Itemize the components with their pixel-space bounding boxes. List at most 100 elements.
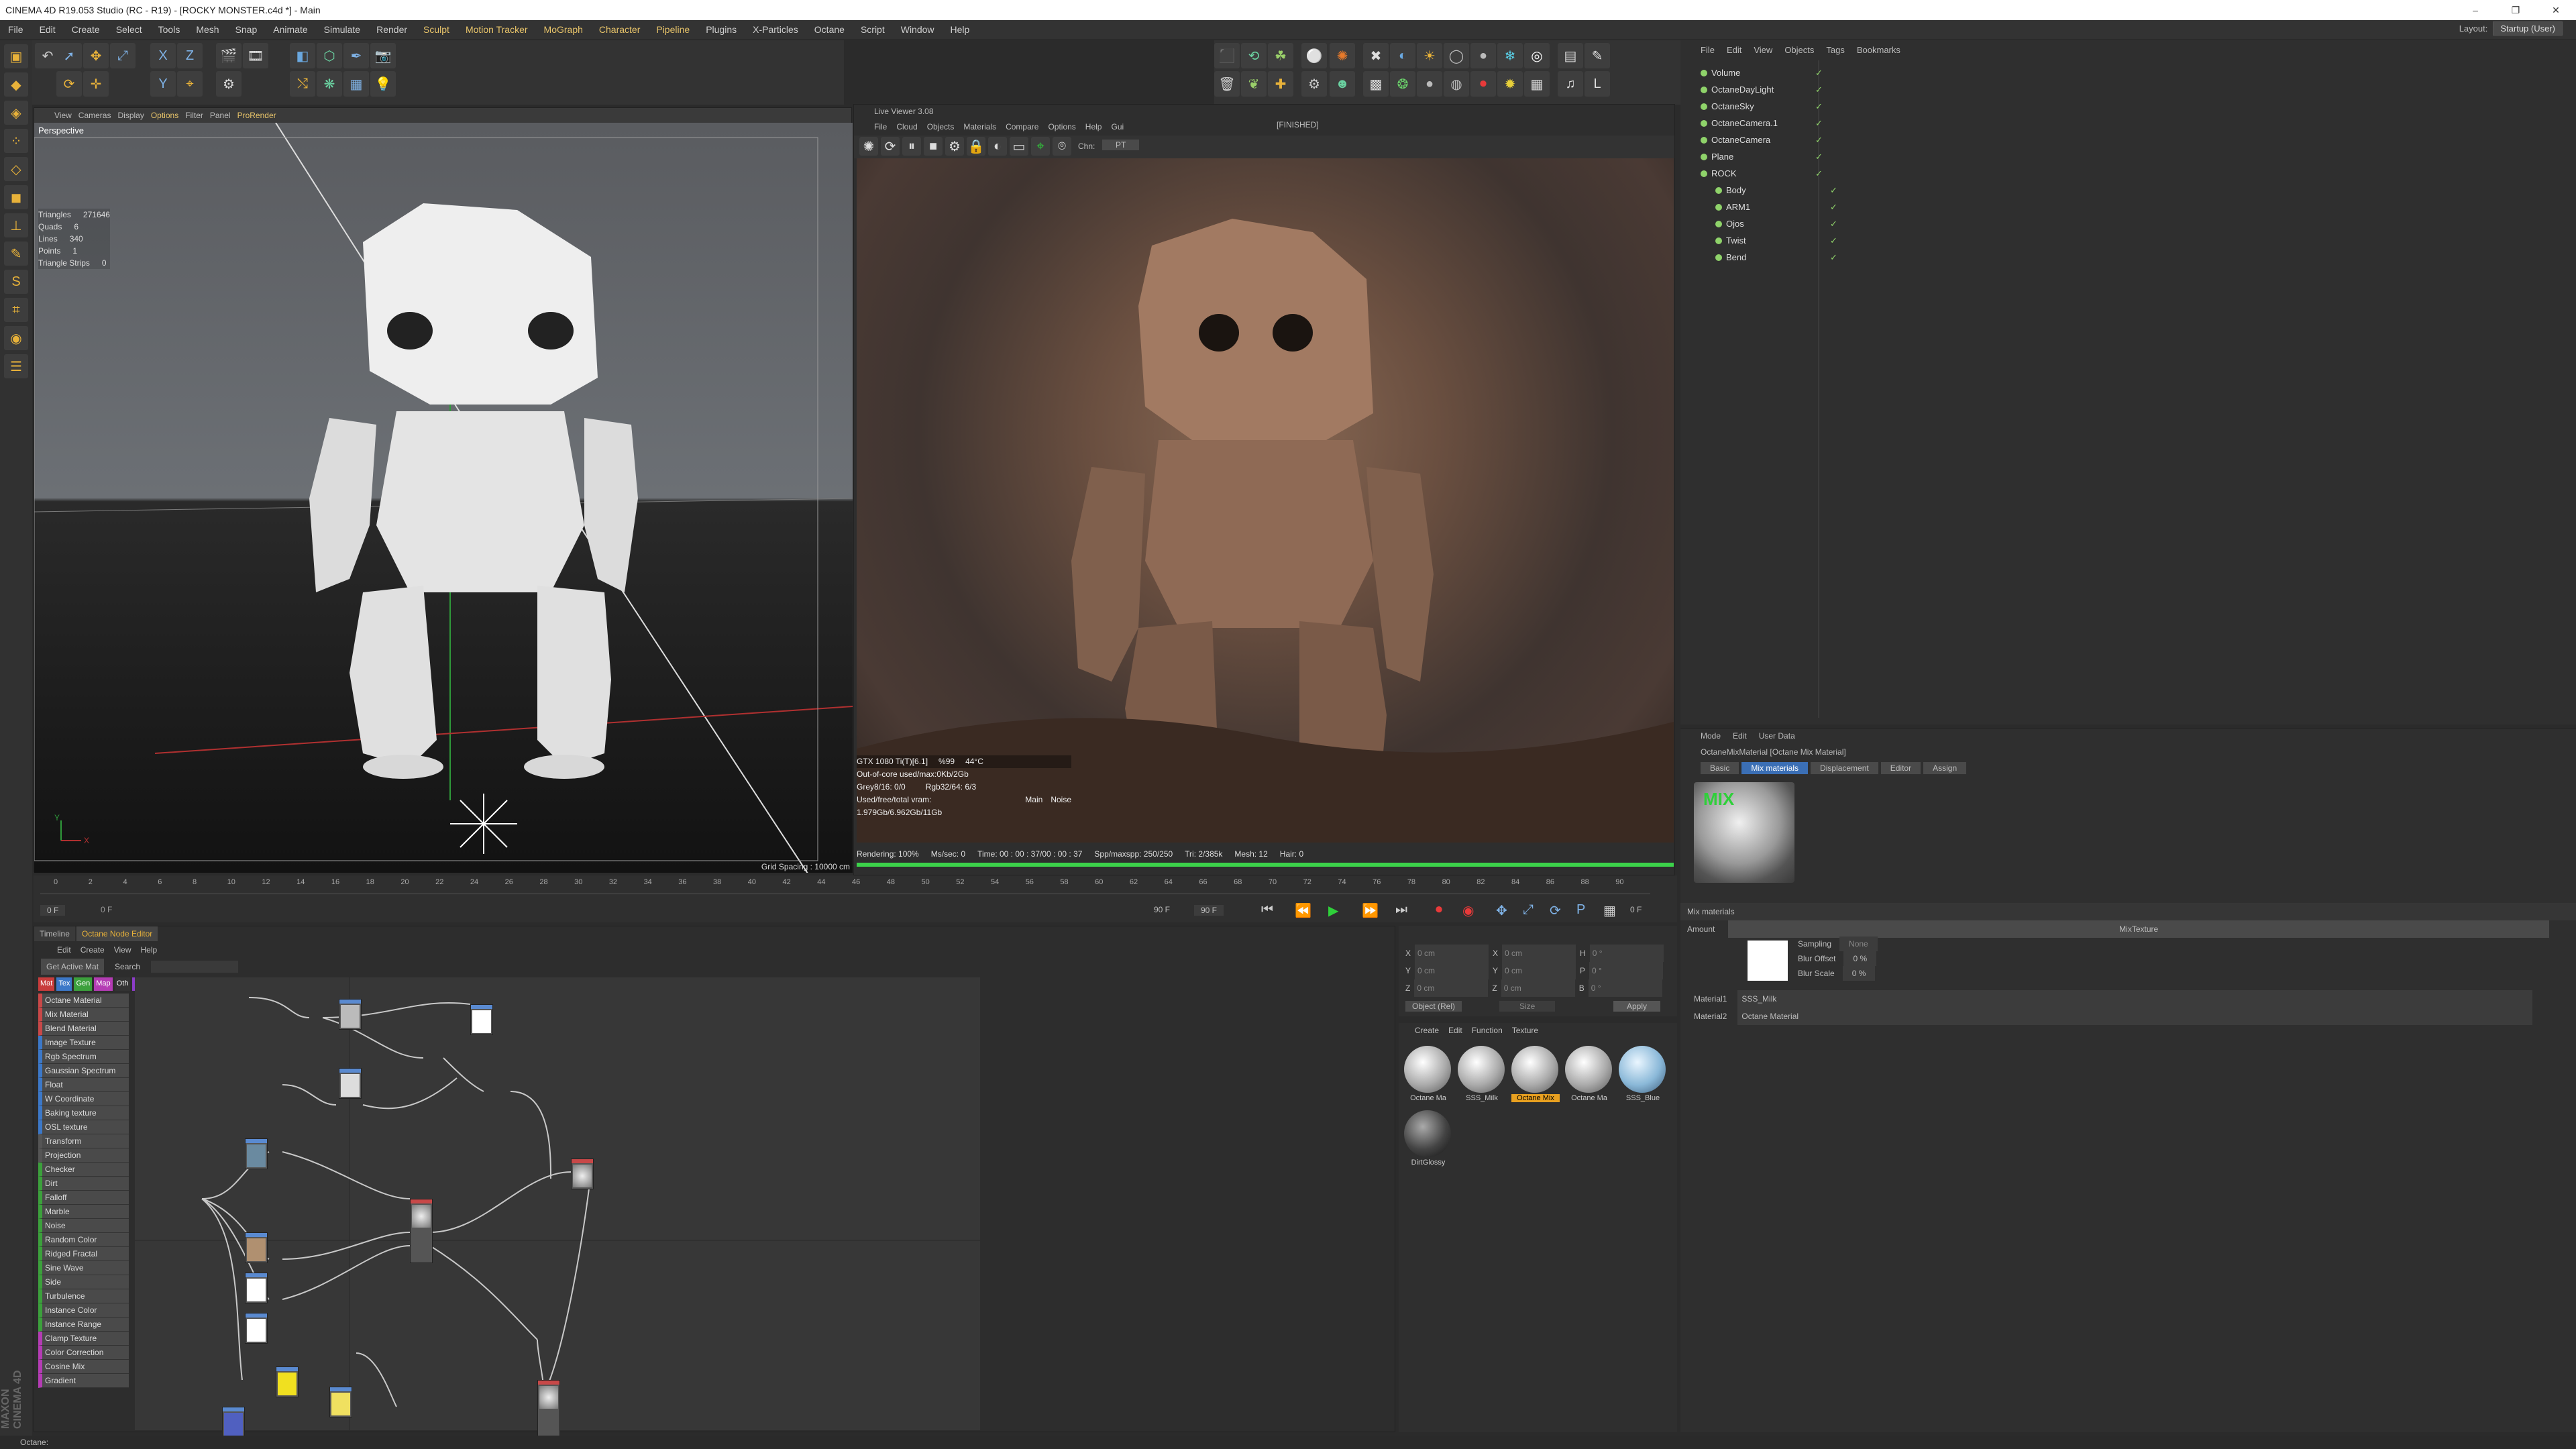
- object-row[interactable]: Body ✓: [1701, 182, 2559, 199]
- object-row[interactable]: Volume ✓: [1701, 64, 2559, 81]
- node-graph-canvas[interactable]: [135, 977, 980, 1444]
- material1-field[interactable]: SSS_Milk: [1737, 990, 2532, 1008]
- pen-icon[interactable]: ✒: [343, 43, 369, 68]
- viewport-menu-prorender[interactable]: ProRender: [237, 108, 276, 123]
- lock-workplane-icon[interactable]: ◉: [4, 326, 28, 350]
- visibility-check-icon[interactable]: ✓: [1815, 131, 1823, 148]
- live-viewer-menu-compare[interactable]: Compare: [1006, 119, 1038, 134]
- octane-add-icon[interactable]: ✚: [1268, 71, 1293, 97]
- pick-object-icon[interactable]: ⌾: [1053, 137, 1071, 156]
- coord-value-field[interactable]: 0 cm: [1414, 979, 1489, 997]
- amount-field[interactable]: MixTexture: [1728, 920, 2549, 938]
- category-tab-gen[interactable]: Gen: [74, 977, 93, 991]
- visibility-check-icon[interactable]: ✓: [1830, 215, 1837, 232]
- octane-live-viewer[interactable]: Live Viewer 3.08 File Cloud Objects Materia…: [853, 104, 1675, 875]
- attribute-tab-displacement[interactable]: Displacement: [1811, 762, 1878, 774]
- viewport-panel[interactable]: View Cameras Display Options Filter Panel ProR…: [34, 107, 853, 873]
- material-picker-icon[interactable]: ◐: [988, 137, 1007, 156]
- menu-x-particles[interactable]: X-Particles: [745, 20, 806, 39]
- hud-tab-noise[interactable]: Noise: [1051, 794, 1071, 819]
- material-menu-edit[interactable]: Edit: [1448, 1023, 1462, 1038]
- attribute-tab-basic[interactable]: Basic: [1701, 762, 1739, 774]
- object-row[interactable]: Bend ✓: [1701, 249, 2559, 266]
- layout-dropdown[interactable]: Startup (User): [2493, 21, 2563, 36]
- visibility-check-icon[interactable]: ✓: [1830, 232, 1837, 249]
- node-list-item[interactable]: Rgb Spectrum: [38, 1050, 129, 1064]
- autokey-icon[interactable]: ◉: [1462, 902, 1474, 919]
- category-tab-mat[interactable]: Mat: [38, 977, 55, 991]
- material-manager[interactable]: Create Edit Function Texture Octane Ma SSS_M…: [1399, 1023, 1677, 1432]
- attribute-tab-editor[interactable]: Editor: [1880, 762, 1921, 774]
- focus-picker-icon[interactable]: ⌖: [1031, 137, 1050, 156]
- live-viewer-menu-help[interactable]: Help: [1085, 119, 1102, 134]
- record-key-icon[interactable]: ⏺: [1436, 902, 1442, 918]
- material-swatch[interactable]: Octane Ma: [1565, 1046, 1613, 1102]
- floor-icon[interactable]: ▦: [343, 71, 369, 97]
- octane-cube-icon[interactable]: ▩: [1363, 71, 1389, 97]
- menu-render[interactable]: Render: [368, 20, 415, 39]
- octane-leaf-icon[interactable]: ❦: [1241, 71, 1267, 97]
- node-list-item[interactable]: Gradient: [38, 1374, 129, 1388]
- visibility-check-icon[interactable]: ✓: [1830, 182, 1837, 199]
- octane-script-icon[interactable]: ☘: [1268, 43, 1293, 68]
- coord-value-field[interactable]: 0 °: [1588, 979, 1662, 997]
- sampling-dropdown[interactable]: None: [1839, 936, 1878, 951]
- octane-light-icon[interactable]: ☀: [1417, 43, 1442, 68]
- menu-plugins[interactable]: Plugins: [698, 20, 745, 39]
- category-tab-tex[interactable]: Tex: [56, 977, 72, 991]
- node-list-item[interactable]: Mix Material: [38, 1008, 129, 1022]
- menu-character[interactable]: Character: [591, 20, 648, 39]
- node-list-item[interactable]: Checker: [38, 1163, 129, 1177]
- visibility-check-icon[interactable]: ✓: [1815, 81, 1823, 98]
- menu-script[interactable]: Script: [853, 20, 893, 39]
- key-pla-icon[interactable]: ▦: [1603, 902, 1616, 919]
- node-list-item[interactable]: Clamp Texture: [38, 1332, 129, 1346]
- node-list-item[interactable]: Marble: [38, 1205, 129, 1219]
- x-axis-icon[interactable]: X: [150, 43, 176, 68]
- visibility-check-icon[interactable]: ✓: [1830, 249, 1837, 266]
- object-row[interactable]: Twist ✓: [1701, 232, 2559, 249]
- next-frame-icon[interactable]: ⏩: [1362, 902, 1379, 919]
- menu-tools[interactable]: Tools: [150, 20, 189, 39]
- octane-refresh-icon[interactable]: ⟲: [1241, 43, 1267, 68]
- category-tab-map[interactable]: Map: [94, 977, 113, 991]
- points-mode-icon[interactable]: ⁘: [4, 129, 28, 153]
- attribute-tab-mix-materials[interactable]: Mix materials: [1741, 762, 1809, 774]
- z-axis-icon[interactable]: Z: [177, 43, 203, 68]
- node-menu-help[interactable]: Help: [141, 943, 158, 957]
- octane-camera-icon[interactable]: ⬛: [1214, 43, 1240, 68]
- rotate-icon[interactable]: ⟳: [56, 71, 82, 97]
- menu-mesh[interactable]: Mesh: [188, 20, 227, 39]
- object-row[interactable]: ARM1 ✓: [1701, 199, 2559, 215]
- live-viewer-menu-cloud[interactable]: Cloud: [896, 119, 917, 134]
- attribute-manager[interactable]: Mode Edit User Data OctaneMixMaterial [Oct…: [1680, 728, 2576, 1432]
- material2-field[interactable]: Octane Material: [1737, 1008, 2532, 1025]
- coord-size-dropdown[interactable]: Size: [1499, 1001, 1556, 1012]
- lock-icon[interactable]: 🔒: [967, 137, 985, 156]
- node-octane-material[interactable]: [339, 999, 362, 1030]
- node-rgb-blue[interactable]: [222, 1407, 245, 1438]
- viewport-canvas[interactable]: Perspective Triangles 271646 Quads 6 Lines 34…: [34, 123, 853, 873]
- node-list-item[interactable]: Blend Material: [38, 1022, 129, 1036]
- viewport-menu-view[interactable]: View: [54, 108, 72, 123]
- visibility-check-icon[interactable]: ✓: [1815, 64, 1823, 81]
- node-list-item[interactable]: Turbulence: [38, 1289, 129, 1303]
- play-icon[interactable]: ▶: [1328, 902, 1338, 919]
- material-menu-function[interactable]: Function: [1472, 1023, 1503, 1038]
- material-swatch[interactable]: SSS_Blue: [1619, 1046, 1667, 1102]
- live-viewer-menu-gui[interactable]: Gui: [1111, 119, 1124, 134]
- coord-value-field[interactable]: 0 cm: [1502, 945, 1576, 962]
- coord-mode-dropdown[interactable]: Object (Rel): [1405, 1001, 1462, 1012]
- viewport-menu-filter[interactable]: Filter: [185, 108, 203, 123]
- attribute-tab-assign[interactable]: Assign: [1923, 762, 1967, 774]
- node-material-main[interactable]: [410, 1199, 433, 1263]
- node-texture-b[interactable]: [245, 1232, 268, 1263]
- solo-icon[interactable]: ☰: [4, 354, 28, 378]
- camera-icon[interactable]: 📷: [370, 43, 396, 68]
- node-list-item[interactable]: Ridged Fractal: [38, 1247, 129, 1261]
- tab-timeline[interactable]: Timeline: [34, 926, 75, 941]
- live-viewer-menu-materials[interactable]: Materials: [963, 119, 996, 134]
- object-row[interactable]: OctaneSky ✓: [1701, 98, 2559, 115]
- octane-ball2-icon[interactable]: ◍: [1444, 71, 1469, 97]
- node-float-a[interactable]: [245, 1273, 268, 1303]
